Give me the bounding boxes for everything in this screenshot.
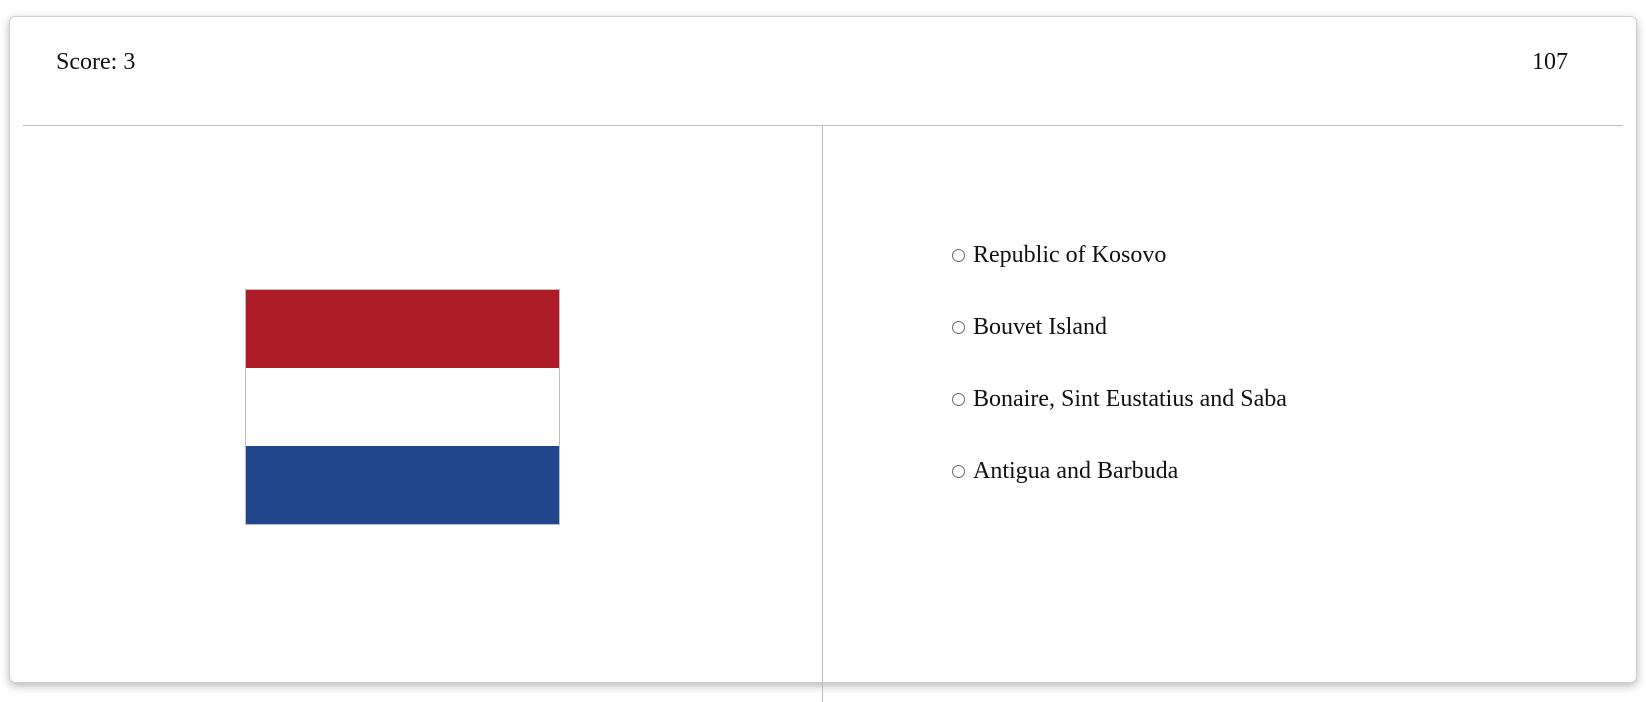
flag-netherlands-icon [245,289,560,525]
column-divider [822,126,823,702]
radio-button-icon[interactable] [952,248,965,262]
answer-option-label: Antigua and Barbuda [973,457,1179,484]
answer-option[interactable]: Bouvet Island [952,301,1287,373]
score-display: Score: 3 [56,49,136,75]
answer-option-label: Bouvet Island [973,313,1107,340]
timer-display: 107 [1532,49,1568,75]
radio-button-icon[interactable] [952,320,965,334]
answer-option[interactable]: Republic of Kosovo [952,229,1287,301]
answer-option-label: Bonaire, Sint Eustatius and Saba [973,385,1287,412]
radio-button-icon[interactable] [952,464,965,478]
quiz-header: Score: 3 107 [23,17,1623,126]
flag-stripe-top [246,290,559,368]
flag-stripe-bottom [246,445,559,524]
answer-option[interactable]: Antigua and Barbuda [952,445,1287,517]
answer-option[interactable]: Bonaire, Sint Eustatius and Saba [952,373,1287,445]
radio-button-icon[interactable] [952,392,965,406]
answer-options: Republic of Kosovo Bouvet Island Bonaire… [952,229,1287,517]
flag-stripe-middle [246,367,559,446]
answer-option-label: Republic of Kosovo [973,241,1167,268]
